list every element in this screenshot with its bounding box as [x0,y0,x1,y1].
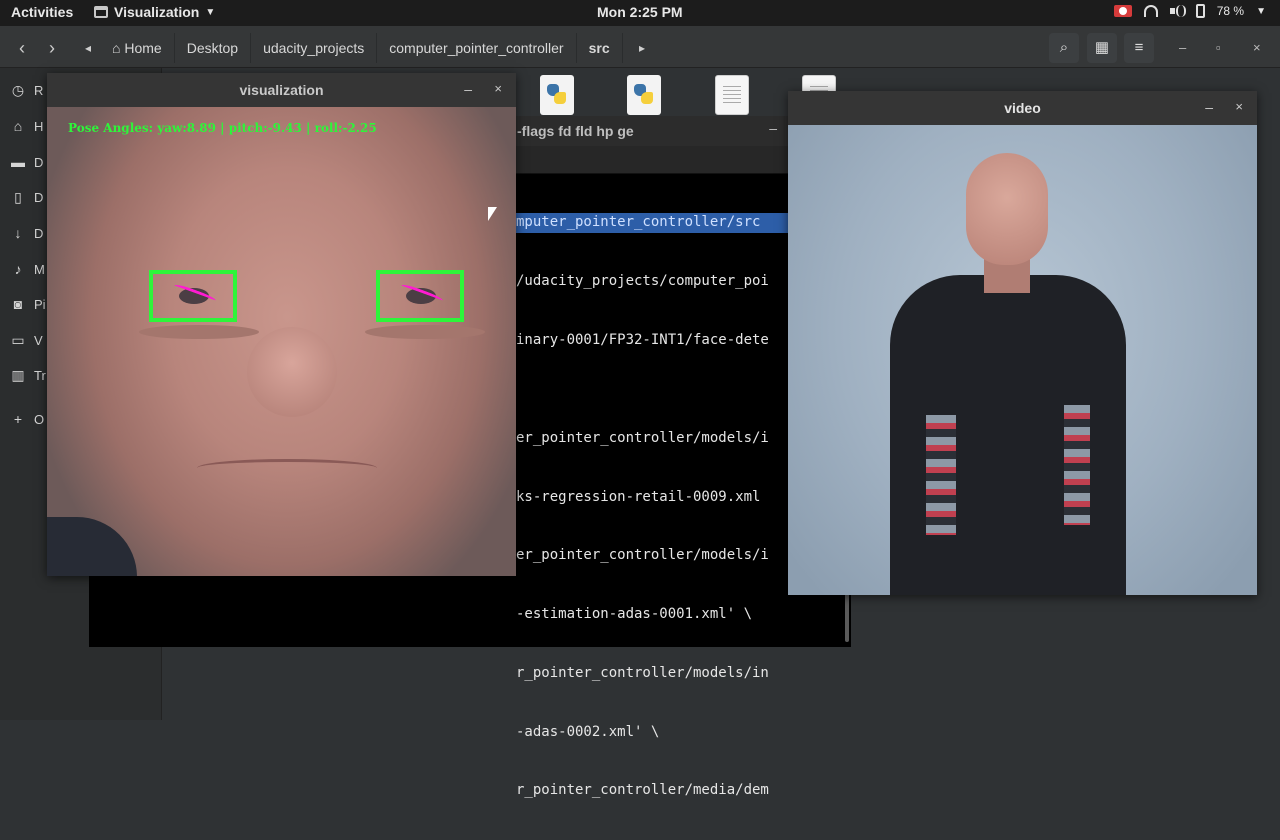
pose-angles-label: Pose Angles: yaw:8.89 | pitch:-9.43 | ro… [68,121,377,135]
breadcrumb-udacity-projects[interactable]: udacity_projects [251,33,378,63]
close-icon[interactable]: × [1253,40,1261,55]
sidebar-item-other-locations[interactable]: + O [10,411,50,427]
terminal-line: /udacity_projects/computer_poi [516,272,769,289]
breadcrumb-home[interactable]: ⌂ Home [100,33,175,63]
jacket-stripe [1064,405,1090,525]
video-titlebar[interactable]: video – × [788,91,1257,125]
app-menu-label: Visualization [114,4,200,20]
eyebrow [139,325,259,339]
shirt [47,517,137,576]
hamburger-menu-icon[interactable]: ≡ [1124,33,1154,63]
text-file-icon[interactable] [715,75,749,115]
terminal-line: er_pointer_controller/models/i [516,429,769,446]
python-file-icon[interactable] [540,75,574,115]
clock[interactable]: Mon 2:25 PM [597,4,683,20]
terminal-title: -flags fd fld hp ge [517,123,634,139]
python-file-icon[interactable] [627,75,661,115]
terminal-line: -estimation-adas-0001.xml' \ [516,606,753,623]
maximize-icon[interactable]: ▫ [1216,40,1221,55]
terminal-output[interactable]: mputer_pointer_controller/src /udacity_p… [516,174,788,840]
breadcrumb-src[interactable]: src [577,33,623,63]
plus-icon: + [13,411,23,427]
path-left-arrow-icon[interactable]: ◂ [74,34,102,62]
folder-icon: ▬ [11,154,25,170]
wifi-icon [1143,5,1158,17]
breadcrumb-computer-pointer-controller[interactable]: computer_pointer_controller [377,33,577,63]
terminal-line: ks-regression-retail-0009.xml [516,488,769,505]
mouth [197,459,377,477]
top-bar: Activities Visualization ▼ Mon 2:25 PM 7… [0,0,1280,26]
chevron-down-icon: ▼ [1256,5,1266,17]
window-icon [94,6,108,18]
nose [247,327,337,417]
back-arrow-icon[interactable]: ‹ [8,34,36,62]
clock-icon: ◷ [11,82,25,98]
app-menu[interactable]: Visualization ▼ [94,4,215,20]
view-options-icon[interactable]: ▦ [1087,33,1117,63]
visualization-window[interactable]: visualization – × Pose Angles: yaw:8.89 … [47,73,516,576]
volume-icon [1169,5,1186,17]
music-icon: ♪ [14,261,22,277]
right-eye-box [376,270,464,322]
sidebar-item-videos[interactable]: ▭ V [10,332,50,349]
screen-record-icon [1113,5,1132,17]
battery-icon [1195,4,1205,18]
search-icon[interactable]: ⌕ [1049,33,1079,63]
minimize-icon[interactable]: – [1205,99,1213,115]
forward-arrow-icon[interactable]: › [38,34,66,62]
sidebar-item-documents[interactable]: ▯ D [10,189,50,206]
close-icon[interactable]: × [494,81,502,96]
home-icon: ⌂ [112,40,125,56]
video-window[interactable]: video – × [788,91,1257,595]
breadcrumb-desktop[interactable]: Desktop [175,33,252,63]
sidebar-item-trash[interactable]: ▥ Tr [10,367,50,384]
files-header-bar: ‹ › ◂ ⌂ Home Desktop udacity_projects co… [0,26,1280,68]
home-icon: ⌂ [13,118,23,134]
visualization-title: visualization [239,82,324,98]
terminal-line: -adas-0002.xml' \ [516,723,660,740]
sidebar-item-desktop[interactable]: ▬ D [10,154,50,170]
chevron-down-icon: ▼ [205,6,216,18]
path-right-arrow-icon[interactable]: ▸ [628,34,656,62]
sidebar-item-downloads[interactable]: ↓ D [10,225,50,241]
sidebar-item-pictures[interactable]: ◙ Pi [10,296,50,312]
document-icon: ▯ [14,189,22,205]
left-eye-box [149,270,237,322]
terminal-line: er_pointer_controller/models/i [516,547,769,564]
eyebrow [365,325,485,339]
terminal-line: r_pointer_controller/models/in [516,664,769,681]
video-frame [788,125,1257,595]
visualization-titlebar[interactable]: visualization – × [47,73,516,107]
sidebar-item-recent[interactable]: ◷ R [10,82,50,99]
person-head [966,153,1048,265]
sidebar-item-music[interactable]: ♪ M [10,261,50,277]
jacket-stripe [926,415,956,535]
minimize-icon[interactable]: – [1179,40,1186,55]
minimize-icon[interactable]: – [769,120,777,136]
activities-button[interactable]: Activities [11,4,73,20]
terminal-line: r_pointer_controller/media/dem [516,782,769,799]
close-icon[interactable]: × [1235,99,1243,114]
minimize-icon[interactable]: – [464,81,472,97]
video-title: video [1004,100,1041,116]
terminal-line: mputer_pointer_controller/src [516,213,788,233]
trash-icon: ▥ [11,367,25,383]
terminal-line: inary-0001/FP32-INT1/face-dete [516,331,769,348]
system-status-area[interactable]: 78 % ▼ [1113,4,1266,18]
camera-icon: ◙ [13,296,23,312]
battery-percent: 78 % [1216,4,1245,18]
breadcrumb: ⌂ Home Desktop udacity_projects computer… [100,33,623,63]
face-crop-image: Pose Angles: yaw:8.89 | pitch:-9.43 | ro… [47,107,516,576]
download-icon: ↓ [14,225,22,241]
video-icon: ▭ [11,332,25,348]
sidebar-item-home[interactable]: ⌂ H [10,118,50,134]
